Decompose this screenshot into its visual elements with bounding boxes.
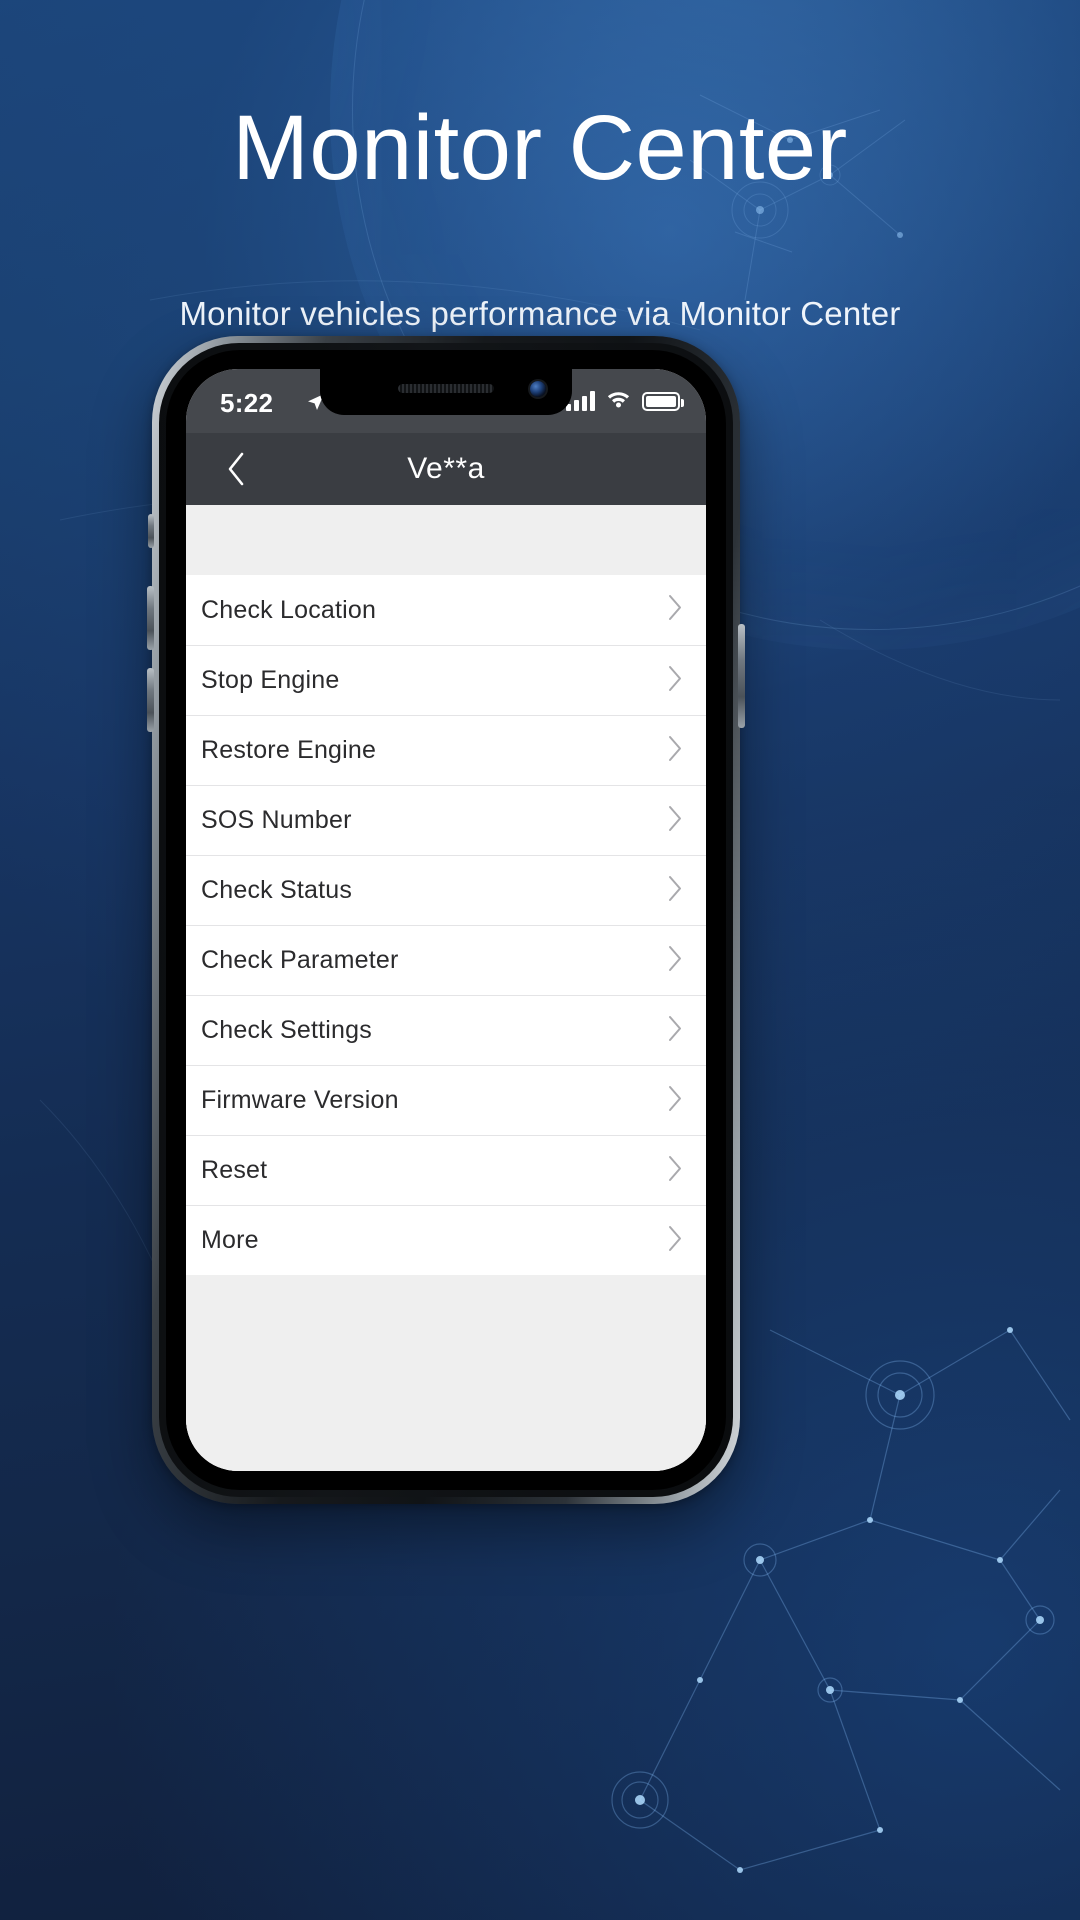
- navigation-bar: Ve**a: [186, 433, 706, 505]
- list-item-label: Reset: [201, 1156, 268, 1184]
- phone-volume-up-button[interactable]: [147, 586, 154, 650]
- list-item-label: Check Parameter: [201, 946, 399, 974]
- phone-volume-down-button[interactable]: [147, 668, 154, 732]
- phone-mockup: 5:22 Ve**a Check Location Stop Engine Re…: [147, 336, 745, 1504]
- chevron-right-icon: [667, 1015, 683, 1047]
- back-button[interactable]: [208, 433, 264, 505]
- list-bottom-spacer: [186, 1275, 706, 1471]
- list-item[interactable]: Check Settings: [186, 995, 706, 1065]
- list-item-label: Restore Engine: [201, 736, 377, 764]
- chevron-right-icon: [667, 735, 683, 767]
- list-top-spacer: [186, 505, 706, 575]
- list-item-label: Firmware Version: [201, 1086, 399, 1114]
- wifi-icon: [606, 389, 631, 413]
- battery-full-icon: [642, 391, 684, 411]
- list-item[interactable]: Check Location: [186, 575, 706, 645]
- chevron-right-icon: [667, 1085, 683, 1117]
- navigation-title: Ve**a: [407, 452, 485, 485]
- page-subtitle: Monitor vehicles performance via Monitor…: [179, 295, 901, 332]
- list-item[interactable]: Stop Engine: [186, 645, 706, 715]
- chevron-right-icon: [667, 945, 683, 977]
- list-item[interactable]: Restore Engine: [186, 715, 706, 785]
- chevron-left-icon: [228, 452, 244, 486]
- list-item-label: Check Status: [201, 876, 353, 904]
- list-item-label: Check Settings: [201, 1016, 372, 1044]
- phone-notch: [320, 369, 572, 415]
- chevron-right-icon: [667, 1225, 683, 1257]
- list-item-label: Stop Engine: [201, 666, 340, 694]
- list-item[interactable]: Check Status: [186, 855, 706, 925]
- list-item[interactable]: Check Parameter: [186, 925, 706, 995]
- menu-list: Check Location Stop Engine Restore Engin…: [186, 575, 706, 1275]
- list-item[interactable]: Firmware Version: [186, 1065, 706, 1135]
- earpiece-speaker-icon: [398, 384, 494, 393]
- list-item-label: More: [201, 1226, 259, 1254]
- list-item[interactable]: More: [186, 1205, 706, 1275]
- status-bar-indicators: [566, 389, 684, 413]
- list-item-label: SOS Number: [201, 806, 352, 834]
- status-bar: 5:22: [186, 369, 706, 433]
- phone-screen: 5:22 Ve**a Check Location Stop Engine Re…: [186, 369, 706, 1471]
- chevron-right-icon: [667, 594, 683, 626]
- chevron-right-icon: [667, 805, 683, 837]
- list-item-label: Check Location: [201, 595, 377, 624]
- front-camera-icon: [530, 381, 546, 397]
- chevron-right-icon: [667, 665, 683, 697]
- phone-power-button[interactable]: [738, 624, 745, 728]
- phone-silent-switch[interactable]: [148, 514, 154, 548]
- chevron-right-icon: [667, 1155, 683, 1187]
- list-item[interactable]: Reset: [186, 1135, 706, 1205]
- screen-content: Check Location Stop Engine Restore Engin…: [186, 505, 706, 1471]
- list-item[interactable]: SOS Number: [186, 785, 706, 855]
- page-title: Monitor Center: [232, 97, 848, 199]
- status-bar-time: 5:22: [220, 388, 274, 418]
- chevron-right-icon: [667, 875, 683, 907]
